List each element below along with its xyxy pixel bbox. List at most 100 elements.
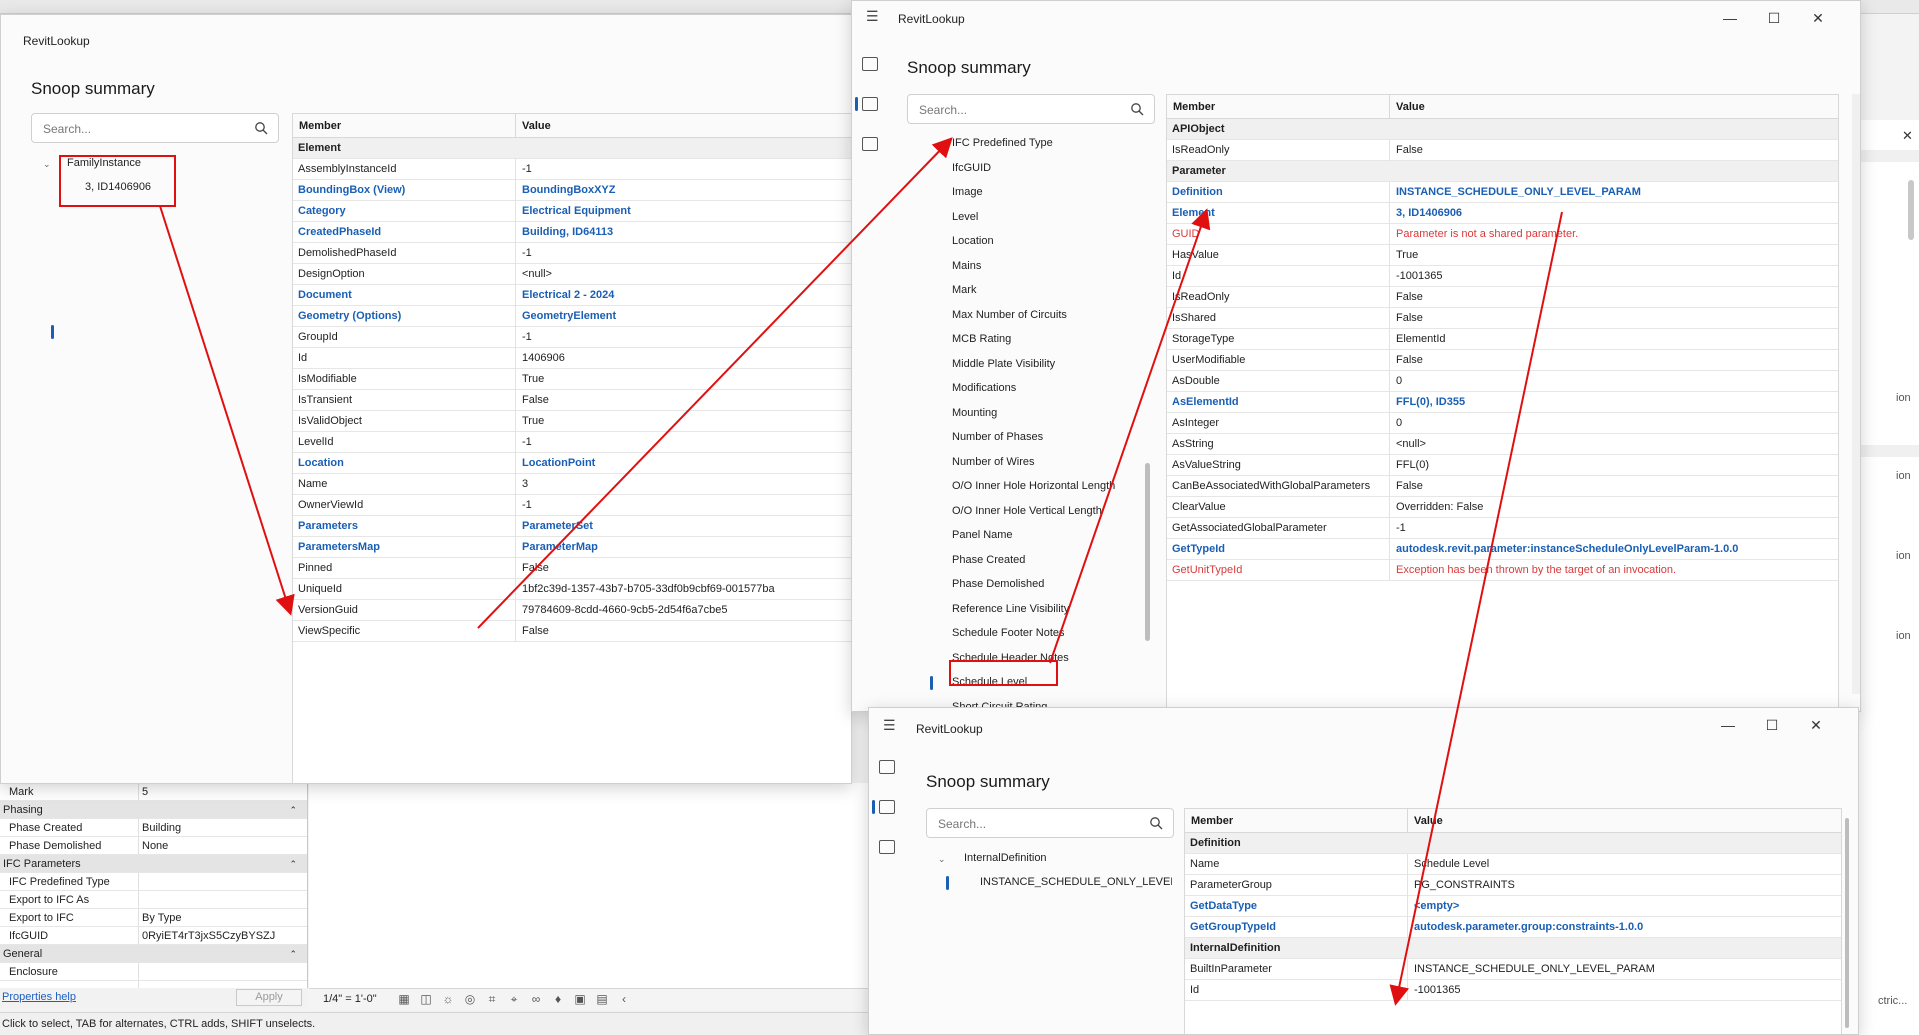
tree-item[interactable]: Reference Line Visibility <box>952 603 1069 615</box>
table-row[interactable]: Id 1406906 <box>293 348 851 369</box>
value-column-header[interactable]: Value <box>1396 101 1425 113</box>
value-column-header[interactable]: Value <box>522 120 551 132</box>
maximize-button[interactable]: ☐ <box>1752 1 1796 35</box>
value-cell[interactable]: autodesk.parameter.group:constraints-1.0… <box>1414 921 1643 933</box>
tree-item[interactable]: Schedule Header Notes <box>952 652 1069 664</box>
table-row[interactable]: ParameterGroup PG_CONSTRAINTS <box>1185 875 1841 896</box>
table-row[interactable]: VersionGuid 79784609-8cdd-4660-9cb5-2d54f… <box>293 600 851 621</box>
property-row[interactable]: IFC Predefined Type <box>0 873 307 891</box>
table-row[interactable]: AsValueString FFL(0) <box>1167 455 1838 476</box>
property-value[interactable]: 0RyiET4rT3jxS5CzyBYSZJ <box>142 927 275 945</box>
table-row[interactable]: Name 3 <box>293 474 851 495</box>
properties-help-link[interactable]: Properties help <box>2 991 76 1003</box>
scrollbar[interactable] <box>1908 180 1914 240</box>
tree-item[interactable]: Panel Name <box>952 529 1013 541</box>
reveal-hidden-icon[interactable]: ♦ <box>551 992 565 1006</box>
table-row[interactable]: Geometry (Options) GeometryElement <box>293 306 851 327</box>
table-row[interactable]: StorageType ElementId <box>1167 329 1838 350</box>
property-group[interactable]: General ⌃ <box>0 945 307 963</box>
tree-item[interactable]: Phase Demolished <box>952 578 1044 590</box>
table-row[interactable]: Id -1001365 <box>1167 266 1838 287</box>
tree-item[interactable]: O/O Inner Hole Vertical Length <box>952 505 1102 517</box>
table-row[interactable]: CreatedPhaseId Building, ID64113 <box>293 222 851 243</box>
member-column-header[interactable]: Member <box>1173 101 1215 113</box>
table-row[interactable]: Parameters ParameterSet <box>293 516 851 537</box>
table-row[interactable]: AsInteger 0 <box>1167 413 1838 434</box>
collapse-icon[interactable]: ⌃ <box>289 855 297 873</box>
tree-scrollbar[interactable] <box>1145 463 1150 641</box>
tree-item[interactable]: Schedule Level <box>952 676 1027 688</box>
value-cell[interactable]: ParameterMap <box>522 541 598 553</box>
table-row[interactable]: IsReadOnly False <box>1167 140 1838 161</box>
member-column-header[interactable]: Member <box>1191 815 1233 827</box>
property-row[interactable]: Export to IFC By Type <box>0 909 307 927</box>
table-row[interactable]: BuiltInParameter INSTANCE_SCHEDULE_ONLY_L… <box>1185 959 1841 980</box>
value-cell[interactable]: autodesk.revit.parameter:instanceSchedul… <box>1396 543 1738 555</box>
tree-item[interactable]: Image <box>952 186 983 198</box>
chevron-left-icon[interactable]: ‹ <box>617 992 631 1006</box>
value-cell[interactable]: LocationPoint <box>522 457 595 469</box>
value-cell[interactable]: <empty> <box>1414 900 1459 912</box>
table-row[interactable]: GUID Parameter is not a shared parameter. <box>1167 224 1838 245</box>
property-group[interactable]: IFC Parameters ⌃ <box>0 855 307 873</box>
table-row[interactable]: OwnerViewId -1 <box>293 495 851 516</box>
table-row[interactable]: Category Electrical Equipment <box>293 201 851 222</box>
member-column-header[interactable]: Member <box>299 120 341 132</box>
table-row[interactable]: HasValue True <box>1167 245 1838 266</box>
property-row[interactable]: Mark 5 <box>0 783 307 801</box>
tree-item[interactable]: Mounting <box>952 407 997 419</box>
snoop-icon[interactable] <box>879 800 895 814</box>
property-value[interactable]: None <box>142 837 168 855</box>
table-row[interactable]: Document Electrical 2 - 2024 <box>293 285 851 306</box>
chevron-down-icon[interactable]: ⌄ <box>43 159 51 170</box>
column-separator[interactable] <box>515 114 516 138</box>
property-row[interactable]: Enclosure <box>0 963 307 981</box>
show-crop-icon[interactable]: ⌖ <box>507 992 521 1006</box>
tree-item[interactable]: Mains <box>952 260 981 272</box>
tree-node-selected[interactable]: 3, ID1406906 <box>85 181 151 193</box>
collapse-icon[interactable]: ⌃ <box>289 801 297 819</box>
value-cell[interactable]: 3, ID1406906 <box>1396 207 1462 219</box>
table-row[interactable]: Name Schedule Level <box>1185 854 1841 875</box>
minimize-button[interactable]: — <box>1706 708 1750 742</box>
value-cell[interactable]: ParameterSet <box>522 520 593 532</box>
detail-level-icon[interactable]: ▦ <box>397 992 411 1006</box>
table-row[interactable]: GetUnitTypeId Exception has been thrown b… <box>1167 560 1838 581</box>
table-row[interactable]: AsDouble 0 <box>1167 371 1838 392</box>
tree-item[interactable]: Middle Plate Visibility <box>952 358 1055 370</box>
close-button[interactable]: ✕ <box>1796 1 1840 35</box>
table-row[interactable]: ViewSpecific False <box>293 621 851 642</box>
table-row[interactable]: Element 3, ID1406906 <box>1167 203 1838 224</box>
crop-view-icon[interactable]: ⌗ <box>485 992 499 1006</box>
value-cell[interactable]: GeometryElement <box>522 310 616 322</box>
apply-button[interactable]: Apply <box>236 989 302 1006</box>
tree-node-parent[interactable]: FamilyInstance <box>67 157 141 169</box>
tree-item[interactable]: IfcGUID <box>952 162 991 174</box>
table-row[interactable]: Definition INSTANCE_SCHEDULE_ONLY_LEVEL_P… <box>1167 182 1838 203</box>
table-row[interactable]: ClearValue Overridden: False <box>1167 497 1838 518</box>
worksharing-icon[interactable]: ▣ <box>573 992 587 1006</box>
table-row[interactable]: CanBeAssociatedWithGlobalParameters False <box>1167 476 1838 497</box>
table-row[interactable]: GetAssociatedGlobalParameter -1 <box>1167 518 1838 539</box>
tree-item[interactable]: Modifications <box>952 382 1016 394</box>
chevron-down-icon[interactable]: ⌄ <box>938 854 946 865</box>
events-icon[interactable] <box>879 840 895 854</box>
table-row[interactable]: AsElementId FFL(0), ID355 <box>1167 392 1838 413</box>
temporary-hide-icon[interactable]: ∞ <box>529 992 543 1006</box>
value-cell[interactable]: Electrical 2 - 2024 <box>522 289 614 301</box>
search-icon[interactable] <box>254 121 268 135</box>
tree-item[interactable]: Max Number of Circuits <box>952 309 1067 321</box>
tree-item[interactable]: Number of Phases <box>952 431 1043 443</box>
search-icon[interactable] <box>1130 102 1144 116</box>
sun-path-icon[interactable]: ☼ <box>441 992 455 1006</box>
search-input[interactable]: Search... <box>907 94 1155 124</box>
tree-item[interactable]: Phase Created <box>952 554 1025 566</box>
value-cell[interactable]: FFL(0), ID355 <box>1396 396 1465 408</box>
tree-item[interactable]: MCB Rating <box>952 333 1011 345</box>
table-row[interactable]: Pinned False <box>293 558 851 579</box>
shadows-icon[interactable]: ◎ <box>463 992 477 1006</box>
property-row[interactable]: Phase Demolished None <box>0 837 307 855</box>
visual-style-icon[interactable]: ◫ <box>419 992 433 1006</box>
table-row[interactable]: GroupId -1 <box>293 327 851 348</box>
collapse-icon[interactable]: ⌃ <box>289 945 297 963</box>
